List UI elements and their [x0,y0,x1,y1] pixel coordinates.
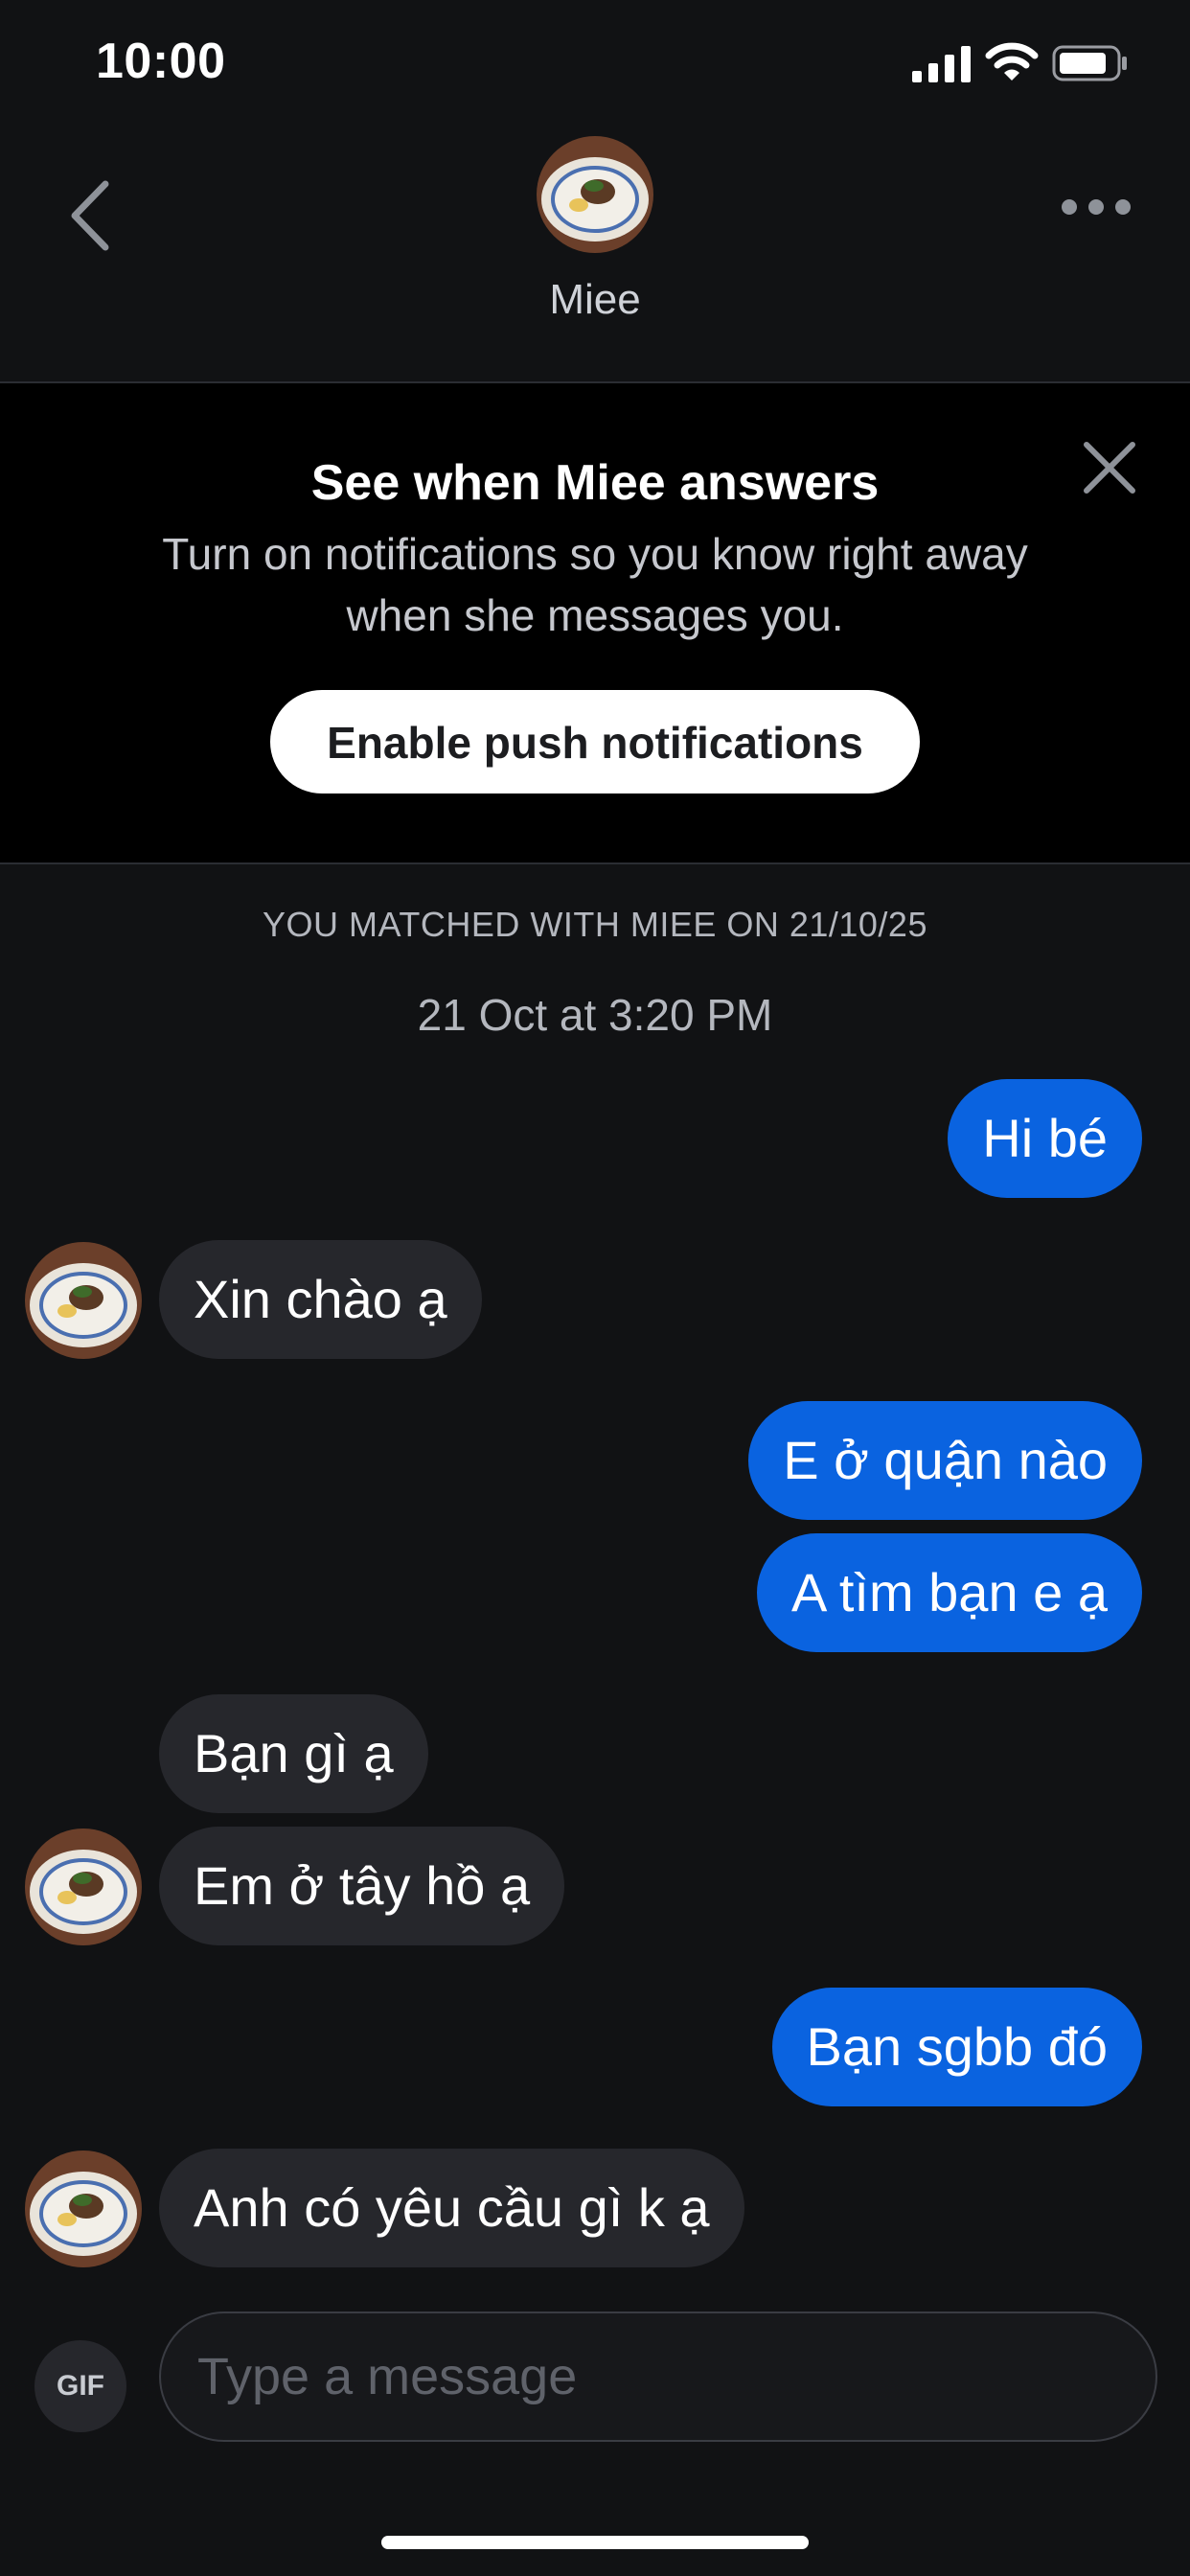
banner-title: See when Miee answers [310,455,880,511]
chat-screen: 10:00 Miee See when Miee answers Turn on… [0,0,1190,2576]
message-bubble-received[interactable]: Anh có yêu cầu gì k ạ [159,2149,744,2267]
banner-divider [0,862,1190,864]
message-bubble-sent[interactable]: A tìm bạn e ạ [757,1533,1142,1652]
chat-header: Miee [0,125,1190,381]
message-bubble-received[interactable]: Bạn gì ạ [159,1694,428,1813]
status-time: 10:00 [96,34,226,89]
contact-avatar[interactable] [537,136,653,253]
wifi-icon [985,42,1039,80]
home-indicator[interactable] [381,2536,809,2549]
status-bar: 10:00 [0,0,1190,125]
contact-name[interactable]: Miee [0,276,1190,324]
gif-button[interactable]: GIF [34,2340,126,2432]
contact-avatar-small[interactable] [25,2150,142,2267]
food-photo-icon [25,1828,142,1945]
message-bubble-sent[interactable]: E ở quận nào [748,1401,1142,1520]
message-bubble-sent[interactable]: Hi bé [948,1079,1142,1198]
enable-push-notifications-button[interactable]: Enable push notifications [270,690,920,794]
message-bubble-received[interactable]: Em ở tây hồ ạ [159,1827,565,1945]
signal-icon [912,46,971,82]
message-timestamp: 21 Oct at 3:20 PM [417,990,773,1040]
more-horizontal-icon[interactable] [1060,190,1133,224]
chevron-left-icon[interactable] [56,172,125,259]
contact-avatar-small[interactable] [25,1828,142,1945]
food-photo-icon [25,2150,142,2267]
message-bubble-sent[interactable]: Bạn sgbb đó [771,1988,1142,2106]
food-photo-icon [537,136,653,253]
notification-banner: See when Miee answers Turn on notificati… [0,383,1190,862]
message-bubble-received[interactable]: Xin chào ạ [159,1240,482,1359]
contact-avatar-small[interactable] [25,1242,142,1359]
food-photo-icon [25,1242,142,1359]
banner-body: Turn on notifications so you know right … [162,529,1028,640]
message-input[interactable] [159,2312,1157,2442]
battery-icon [1052,45,1127,81]
match-info: YOU MATCHED WITH MIEE ON 21/10/25 [263,905,927,944]
